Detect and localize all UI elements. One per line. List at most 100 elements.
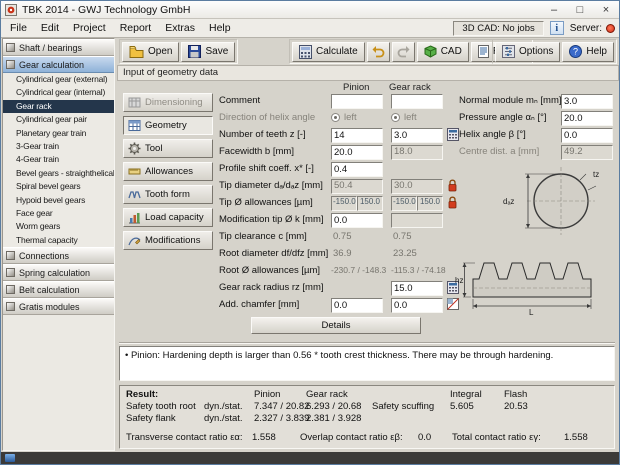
minimize-button[interactable]: – (541, 1, 567, 18)
sidebar-item-bevel-gears[interactable]: Bevel gears - straighthelical (3, 167, 114, 180)
results-panel: Result: Pinion Gear rack Integral Flash … (119, 385, 615, 449)
teeth-calculator-icon[interactable] (447, 128, 459, 141)
cad-button[interactable]: CAD (417, 42, 469, 62)
mod-tip-label: Modification tip Ø k [mm] (219, 214, 324, 225)
teeth-gear-rack-input[interactable] (391, 128, 443, 143)
calculate-button[interactable]: Calculate (292, 42, 365, 62)
mod-tip-pinion-input[interactable] (331, 213, 383, 228)
shaft-bearings-icon (6, 43, 15, 52)
sidebar-section-gear-calculation[interactable]: Gear calculation (3, 56, 114, 73)
tip-allowance-gear-rack-lower: -150.0 (391, 196, 417, 211)
sidebar-item-cylindrical-gear-pair[interactable]: Cylindrical gear pair (3, 113, 114, 126)
menu-project[interactable]: Project (66, 20, 113, 36)
redo-button[interactable] (392, 42, 415, 62)
geometry-form: Dimensioning Geometry Tool Allowances To… (117, 81, 619, 343)
safety-flank-label: Safety flank (126, 413, 176, 424)
sidebar-item-thermal-capacity[interactable]: Thermal capacity (3, 234, 114, 247)
tooth-form-button[interactable]: Tooth form (123, 185, 213, 204)
column-header-pinion: Pinion (343, 82, 369, 93)
normal-module-input[interactable] (561, 94, 613, 109)
menu-edit[interactable]: Edit (34, 20, 66, 36)
calculator-icon (299, 45, 312, 59)
facewidth-pinion-input[interactable] (331, 145, 383, 160)
tip-allowances-lock-icon[interactable] (447, 196, 458, 209)
root-diameter-gear-rack-value: 23.25 (393, 248, 417, 259)
window-controls: – □ × (541, 1, 619, 18)
transverse-contact-ratio-label: Transverse contact ratio εα: (126, 432, 243, 443)
sidebar-item-4-gear-train[interactable]: 4-Gear train (3, 153, 114, 166)
sidebar-item-worm-gears[interactable]: Worm gears (3, 220, 114, 233)
redo-icon (396, 45, 411, 58)
dimensioning-button-label: Dimensioning (145, 97, 203, 108)
pressure-angle-label: Pressure angle αₙ [°] (459, 112, 547, 123)
undo-icon (371, 45, 386, 58)
root-allowances-gear-rack-value: -115.3 / -74.18 (391, 265, 446, 275)
cad-cube-icon (424, 45, 437, 58)
rack-radius-input[interactable] (391, 281, 443, 296)
sidebar-section-belt-calculation[interactable]: Belt calculation (3, 281, 114, 298)
comment-gear-rack-input[interactable] (391, 94, 443, 109)
info-icon[interactable]: i (550, 21, 564, 35)
pressure-angle-input[interactable] (561, 111, 613, 126)
chamfer-pinion-input[interactable] (331, 298, 383, 313)
load-capacity-button[interactable]: Load capacity (123, 208, 213, 227)
sidebar-item-3-gear-train[interactable]: 3-Gear train (3, 140, 114, 153)
helix-left-radio-pinion[interactable] (331, 113, 340, 122)
gear-calculation-items: Cylindrical gear (external) Cylindrical … (3, 73, 114, 247)
tool-button[interactable]: Tool (123, 139, 213, 158)
chamfer-gear-rack-input[interactable] (391, 298, 443, 313)
details-button[interactable]: Details (251, 317, 421, 334)
helix-left-radio-gear-rack[interactable] (391, 113, 400, 122)
facewidth-label: Facewidth b [mm] (219, 146, 294, 157)
help-button[interactable]: ? Help (562, 42, 614, 62)
splitter[interactable] (119, 342, 615, 344)
menu-help[interactable]: Help (202, 20, 238, 36)
sidebar-section-shaft-bearings[interactable]: Shaft / bearings (3, 39, 114, 56)
sidebar-item-face-gear[interactable]: Face gear (3, 207, 114, 220)
mod-tip-gear-rack-value (391, 213, 443, 228)
close-button[interactable]: × (593, 1, 619, 18)
teeth-pinion-input[interactable] (331, 128, 383, 143)
open-button-label: Open (148, 46, 172, 57)
transverse-contact-ratio-value: 1.558 (252, 432, 276, 443)
helix-angle-input[interactable] (561, 128, 613, 143)
sidebar-section-label: Shaft / bearings (19, 43, 82, 53)
modifications-icon (128, 234, 141, 247)
menu-file[interactable]: File (3, 20, 34, 36)
sidebar-section-gratis-modules[interactable]: Gratis modules (3, 298, 114, 315)
centre-distance-value: 49.2 (561, 145, 613, 160)
results-title: Result: (126, 389, 158, 400)
allowances-button[interactable]: Allowances (123, 162, 213, 181)
sidebar-item-cylindrical-gear-internal[interactable]: Cylindrical gear (internal) (3, 86, 114, 99)
options-button[interactable]: Options (495, 42, 560, 62)
menu-extras[interactable]: Extras (158, 20, 202, 36)
maximize-button[interactable]: □ (567, 1, 593, 18)
tip-diameter-lock-icon[interactable] (447, 179, 458, 192)
geometry-button[interactable]: Geometry (123, 116, 213, 135)
overlap-contact-ratio-value: 0.0 (418, 432, 431, 443)
modifications-button[interactable]: Modifications (123, 231, 213, 250)
floppy-disk-icon (188, 45, 201, 58)
sidebar-item-gear-rack[interactable]: Gear rack (3, 100, 114, 113)
menu-report[interactable]: Report (113, 20, 159, 36)
sidebar-item-planetary-gear-train[interactable]: Planetary gear train (3, 127, 114, 140)
comment-pinion-input[interactable] (331, 94, 383, 109)
sidebar-item-cylindrical-gear-external[interactable]: Cylindrical gear (external) (3, 73, 114, 86)
open-button[interactable]: Open (122, 42, 179, 62)
save-button[interactable]: Save (181, 42, 235, 62)
teeth-label: Number of teeth z [-] (219, 129, 306, 140)
sidebar-item-spiral-bevel-gears[interactable]: Spiral bevel gears (3, 180, 114, 193)
help-question-icon: ? (569, 45, 582, 58)
profile-shift-pinion-input[interactable] (331, 162, 383, 177)
tip-clearance-label: Tip clearance c [mm] (219, 231, 307, 242)
server-status: Server: (570, 23, 615, 34)
open-folder-icon (129, 45, 144, 58)
sidebar-section-connections[interactable]: Connections (3, 247, 114, 264)
sidebar-item-hypoid-bevel-gears[interactable]: Hypoid bevel gears (3, 194, 114, 207)
taskbar-app-icon (5, 454, 15, 462)
report-document-icon (478, 45, 489, 58)
sidebar-section-spring-calculation[interactable]: Spring calculation (3, 264, 114, 281)
undo-button[interactable] (367, 42, 390, 62)
helix-left-label-gear-rack: left (404, 112, 417, 123)
normal-module-label: Normal module mₙ [mm] (459, 95, 562, 106)
